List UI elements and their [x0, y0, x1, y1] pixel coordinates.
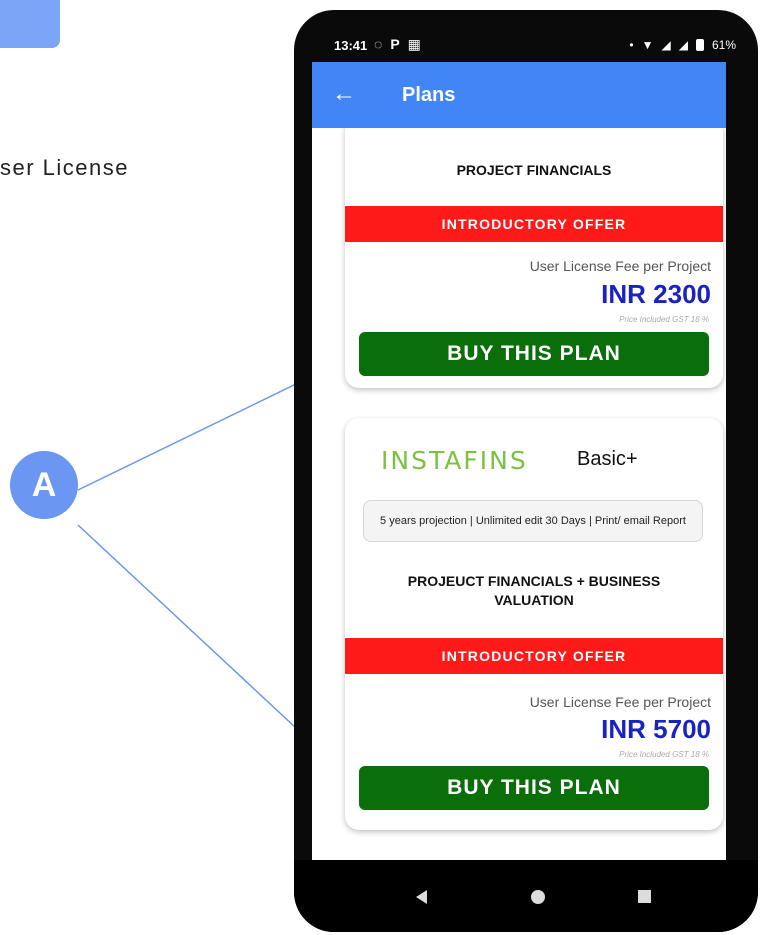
plan-card-1: PROJECT FINANCIALS INTRODUCTORY OFFER Us… — [345, 128, 723, 388]
buy-plan-button[interactable]: BUY THIS PLAN — [359, 766, 709, 810]
plan-price: INR 2300 — [601, 279, 711, 309]
status-time: 13:41 — [334, 38, 368, 53]
plan-heading: PROJEUCT FINANCIALS + BUSINESS VALUATION — [407, 573, 661, 608]
nav-recents-icon[interactable] — [638, 890, 651, 903]
plan-features: 5 years projection | Unlimited edit 30 D… — [363, 500, 703, 542]
wifi-icon: ▼ — [641, 38, 654, 52]
plan-name: Basic+ — [577, 448, 638, 470]
status-left-icons: ◌ P ▦ — [374, 36, 421, 53]
offer-banner: INTRODUCTORY OFFER — [345, 638, 723, 674]
offer-banner: INTRODUCTORY OFFER — [345, 206, 723, 242]
nav-home-icon[interactable] — [531, 890, 545, 904]
plans-list[interactable]: PROJECT FINANCIALS INTRODUCTORY OFFER Us… — [312, 128, 726, 860]
phone-frame: 13:41 ◌ P ▦ • ▼ ◢ ◢ 61% ← Plans PROJECT … — [294, 10, 758, 932]
nav-back-icon[interactable] — [416, 890, 427, 904]
gst-note: Price Included GST 18 % — [619, 315, 709, 324]
app-bar: ← Plans — [312, 62, 726, 128]
plan-price: INR 5700 — [601, 714, 711, 744]
plan-card-2: INSTAFINS Basic+ 5 years projection | Un… — [345, 418, 723, 830]
battery-percent: 61% — [711, 38, 736, 52]
fee-label: User License Fee per Project — [529, 258, 711, 274]
battery-icon — [695, 39, 704, 51]
paytm-icon: P — [390, 36, 400, 52]
whatsapp-icon: ◌ — [374, 36, 383, 52]
signal-icon: ◢ — [661, 38, 671, 52]
callout-badge: A — [10, 451, 78, 519]
dot-icon: • — [629, 38, 634, 52]
plan-heading: PROJECT FINANCIALS — [456, 162, 612, 178]
gallery-icon: ▦ — [407, 36, 421, 52]
fee-label: User License Fee per Project — [529, 694, 711, 710]
buy-plan-button[interactable]: BUY THIS PLAN — [359, 332, 709, 376]
instafins-logo: INSTAFINS — [381, 446, 528, 475]
signal-icon-2: ◢ — [678, 38, 688, 52]
back-arrow-icon[interactable]: ← — [332, 80, 356, 108]
status-bar: 13:41 ◌ P ▦ • ▼ ◢ ◢ 61% — [294, 10, 758, 62]
gst-note: Price Included GST 18 % — [619, 750, 709, 759]
page-title: Plans — [402, 84, 456, 106]
status-right-icons: • ▼ ◢ ◢ 61% — [629, 38, 736, 52]
android-nav-bar — [294, 860, 758, 932]
